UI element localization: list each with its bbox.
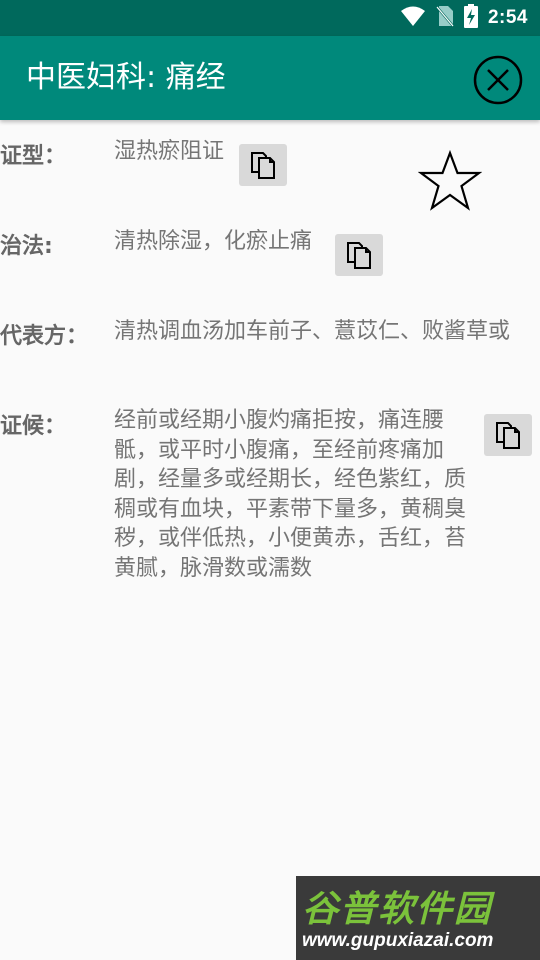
wifi-icon (400, 5, 426, 31)
no-sim-icon (436, 5, 454, 31)
watermark-title: 谷普软件园 (302, 889, 493, 930)
close-circle-icon (473, 55, 523, 105)
battery-charging-icon (463, 4, 478, 32)
star-outline-icon (417, 149, 483, 211)
status-icons: 2:54 (400, 0, 528, 36)
app-bar: 中医妇科: 痛经 (0, 36, 540, 120)
status-time: 2:54 (487, 7, 528, 28)
pattern-label: 证型： (0, 144, 67, 169)
formula-value: 清热调血汤加车前子、薏苡仁、败酱草或 (114, 319, 511, 344)
copy-icon (347, 242, 371, 269)
close-button[interactable] (472, 54, 524, 106)
copy-icon (251, 152, 275, 179)
treatment-label: 治法: (0, 234, 53, 259)
copy-symptoms-button[interactable] (484, 414, 532, 456)
status-bar: 2:54 (0, 0, 540, 36)
favorite-button[interactable] (417, 149, 483, 214)
copy-treatment-button[interactable] (335, 234, 383, 276)
copy-icon (496, 422, 520, 449)
pattern-value: 湿热瘀阻证 (114, 139, 225, 164)
watermark-logo: 谷普软件园 www.gupuxiazai.com (296, 876, 540, 960)
symptoms-label: 证候： (0, 414, 67, 439)
treatment-value: 清热除湿，化瘀止痛 (114, 229, 313, 254)
watermark-url: www.gupuxiazai.com (302, 930, 494, 951)
formula-label: 代表方： (0, 324, 89, 349)
copy-pattern-button[interactable] (239, 144, 287, 186)
symptoms-value: 经前或经期小腹灼痛拒按，痛连腰骶，或平时小腹痛，至经前疼痛加剧，经量多或经期长，… (114, 408, 467, 581)
page-title: 中医妇科: 痛经 (26, 60, 226, 95)
